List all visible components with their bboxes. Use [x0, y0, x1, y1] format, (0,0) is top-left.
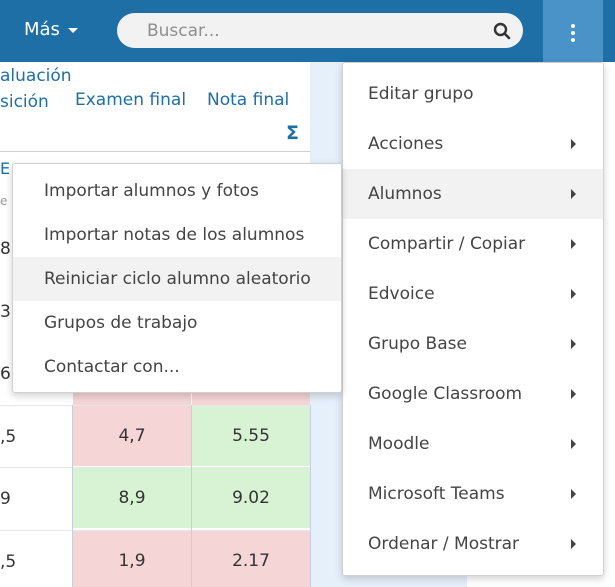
partial-letter: E	[0, 159, 11, 178]
chevron-right-icon	[571, 539, 576, 549]
submenu-item-importar-alumnos[interactable]: Importar alumnos y fotos	[13, 169, 341, 213]
nota-cell[interactable]: 2.17	[192, 531, 310, 587]
menu-item-moodle[interactable]: Moodle	[343, 419, 603, 469]
chevron-right-icon	[571, 289, 576, 299]
submenu-item-grupos-trabajo[interactable]: Grupos de trabajo	[13, 301, 341, 345]
row-left-value: ,5	[0, 427, 17, 447]
submenu-item-importar-notas[interactable]: Importar notas de los alumnos	[13, 213, 341, 257]
menu-item-label: Grupo Base	[368, 334, 467, 354]
submenu-item-reiniciar-ciclo[interactable]: Reiniciar ciclo alumno aleatorio	[13, 257, 341, 301]
menu-item-label: Editar grupo	[368, 84, 474, 104]
partial-cell	[73, 393, 191, 405]
sigma-icon[interactable]: Σ	[286, 122, 299, 144]
menu-item-label: Edvoice	[368, 284, 435, 304]
app-root: Más aluación sición Examen final Nota fi…	[0, 0, 615, 587]
chevron-right-icon	[571, 139, 576, 149]
row-left-value: ,5	[0, 552, 17, 572]
header-evaluacion-line2[interactable]: sición	[0, 92, 49, 112]
nota-cell[interactable]: 9.02	[192, 468, 310, 528]
search-icon[interactable]	[493, 22, 511, 40]
menu-item-editar-grupo[interactable]: Editar grupo	[343, 69, 603, 119]
menu-item-label: Acciones	[368, 134, 444, 154]
header-nota-final[interactable]: Nota final	[207, 90, 289, 110]
menu-item-label: Moodle	[368, 434, 430, 454]
column-divider	[191, 405, 192, 587]
header-evaluacion[interactable]: aluación	[0, 66, 72, 86]
chevron-right-icon	[571, 389, 576, 399]
menu-item-ordenar-mostrar[interactable]: Ordenar / Mostrar	[343, 519, 603, 569]
mas-menu-button[interactable]: Más	[24, 19, 78, 40]
menu-item-compartir-copiar[interactable]: Compartir / Copiar	[343, 219, 603, 269]
column-divider	[310, 405, 311, 587]
menu-item-alumnos[interactable]: Alumnos	[343, 169, 603, 219]
chevron-right-icon	[571, 189, 576, 199]
top-navbar: Más	[0, 0, 615, 62]
alumnos-submenu: Importar alumnos y fotos Importar notas …	[12, 163, 342, 393]
menu-item-grupo-base[interactable]: Grupo Base	[343, 319, 603, 369]
chevron-right-icon	[571, 489, 576, 499]
menu-item-edvoice[interactable]: Edvoice	[343, 269, 603, 319]
menu-item-label: Compartir / Copiar	[368, 234, 526, 254]
group-options-dropdown: Editar grupo Acciones Alumnos Compartir …	[342, 62, 604, 576]
chevron-right-icon	[571, 339, 576, 349]
header-divider	[0, 151, 310, 152]
chevron-right-icon	[571, 239, 576, 249]
header-examen-final[interactable]: Examen final	[75, 90, 186, 110]
partial-letter-small: e	[0, 194, 8, 208]
mas-label: Más	[24, 19, 60, 40]
menu-item-label: Ordenar / Mostrar	[368, 534, 520, 554]
menu-item-acciones[interactable]: Acciones	[343, 119, 603, 169]
search-input[interactable]	[147, 13, 477, 48]
kebab-menu-icon	[571, 24, 575, 45]
menu-item-google-classroom[interactable]: Google Classroom	[343, 369, 603, 419]
nota-cell[interactable]: 5.55	[192, 406, 310, 466]
menu-item-label: Google Classroom	[368, 384, 523, 404]
menu-item-label: Microsoft Teams	[368, 484, 505, 504]
partial-cell	[192, 393, 310, 405]
kebab-menu-button[interactable]	[543, 0, 603, 62]
row-left-value: 9	[0, 489, 11, 509]
menu-item-microsoft-teams[interactable]: Microsoft Teams	[343, 469, 603, 519]
examen-cell[interactable]: 4,7	[73, 406, 191, 466]
examen-cell[interactable]: 8,9	[73, 468, 191, 528]
caret-down-icon	[67, 28, 78, 33]
search-box	[117, 13, 523, 48]
submenu-item-contactar[interactable]: Contactar con...	[13, 345, 341, 389]
chevron-right-icon	[571, 439, 576, 449]
column-divider	[72, 405, 73, 587]
examen-cell[interactable]: 1,9	[73, 531, 191, 587]
menu-item-label: Alumnos	[368, 184, 442, 204]
